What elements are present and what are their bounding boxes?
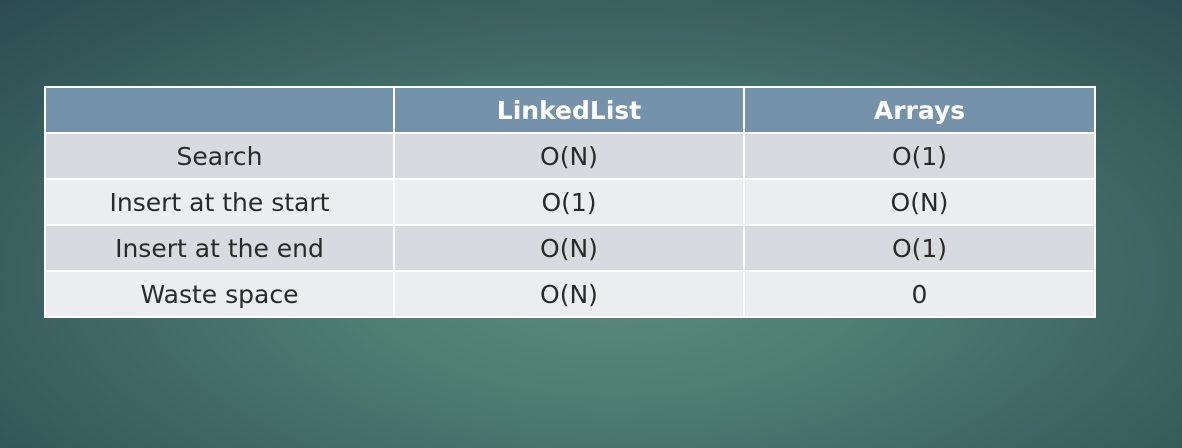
table-row: Insert at the start O(1) O(N) bbox=[44, 178, 1096, 226]
header-linkedlist: LinkedList bbox=[393, 86, 745, 134]
arrays-cell: O(1) bbox=[743, 224, 1096, 272]
linkedlist-cell: O(N) bbox=[393, 224, 745, 272]
header-corner-cell bbox=[44, 86, 395, 134]
comparison-table: LinkedList Arrays Search O(N) O(1) Inser… bbox=[44, 86, 1096, 318]
slide: LinkedList Arrays Search O(N) O(1) Inser… bbox=[0, 0, 1182, 448]
arrays-cell: O(1) bbox=[743, 132, 1096, 180]
arrays-cell: 0 bbox=[743, 270, 1096, 318]
row-label: Search bbox=[44, 132, 395, 180]
header-row: LinkedList Arrays bbox=[44, 86, 1096, 134]
table-row: Search O(N) O(1) bbox=[44, 132, 1096, 180]
row-label: Insert at the start bbox=[44, 178, 395, 226]
row-label: Insert at the end bbox=[44, 224, 395, 272]
header-arrays: Arrays bbox=[743, 86, 1096, 134]
table-row: Insert at the end O(N) O(1) bbox=[44, 224, 1096, 272]
arrays-cell: O(N) bbox=[743, 178, 1096, 226]
linkedlist-cell: O(N) bbox=[393, 270, 745, 318]
linkedlist-cell: O(1) bbox=[393, 178, 745, 226]
linkedlist-cell: O(N) bbox=[393, 132, 745, 180]
row-label: Waste space bbox=[44, 270, 395, 318]
table-row: Waste space O(N) 0 bbox=[44, 270, 1096, 318]
